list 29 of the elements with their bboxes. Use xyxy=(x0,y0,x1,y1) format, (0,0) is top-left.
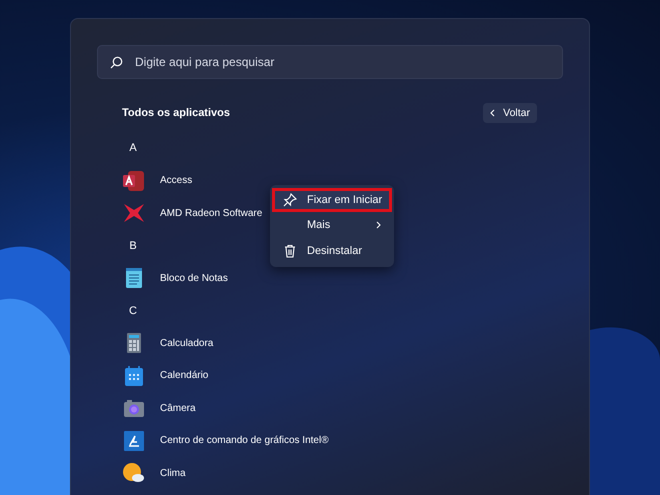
weather-icon xyxy=(122,462,146,484)
search-icon xyxy=(110,56,123,68)
section-title: Todos os aplicativos xyxy=(122,107,230,119)
app-name[interactable]: Access xyxy=(160,175,192,186)
app-name[interactable]: Calculadora xyxy=(160,338,214,349)
search-bar[interactable]: Digite aqui para pesquisar xyxy=(97,45,563,79)
app-name[interactable]: Calendário xyxy=(160,370,208,382)
trash-icon xyxy=(284,244,296,258)
app-name[interactable]: Bloco de Notas xyxy=(160,272,228,284)
chevron-right-icon xyxy=(376,221,381,229)
pin-icon xyxy=(283,193,297,207)
letter-header[interactable]: B xyxy=(117,230,149,262)
graphics-center-icon xyxy=(122,430,146,452)
chevron-left-icon xyxy=(490,109,496,117)
menu-item[interactable]: Mais xyxy=(272,212,392,238)
calendar-icon xyxy=(122,364,146,387)
back-button[interactable]: Voltar xyxy=(483,103,537,123)
app-name[interactable]: Centro de comando de gráficos Intel® xyxy=(160,435,329,446)
menu-item[interactable]: Desinstalar xyxy=(272,238,392,264)
menu-item[interactable]: Fixar em Iniciar xyxy=(272,188,392,212)
search-field[interactable]: Digite aqui para pesquisar xyxy=(133,54,550,70)
app-name[interactable]: Câmera xyxy=(160,402,196,414)
camera-icon xyxy=(122,397,146,420)
letter-header[interactable]: C xyxy=(117,294,149,327)
access-icon xyxy=(122,170,146,192)
app-name[interactable]: AMD Radeon Software xyxy=(160,208,262,219)
letter-header[interactable]: A xyxy=(117,132,149,164)
cross-logo-icon xyxy=(122,202,146,224)
app-name[interactable]: Clima xyxy=(160,468,186,479)
